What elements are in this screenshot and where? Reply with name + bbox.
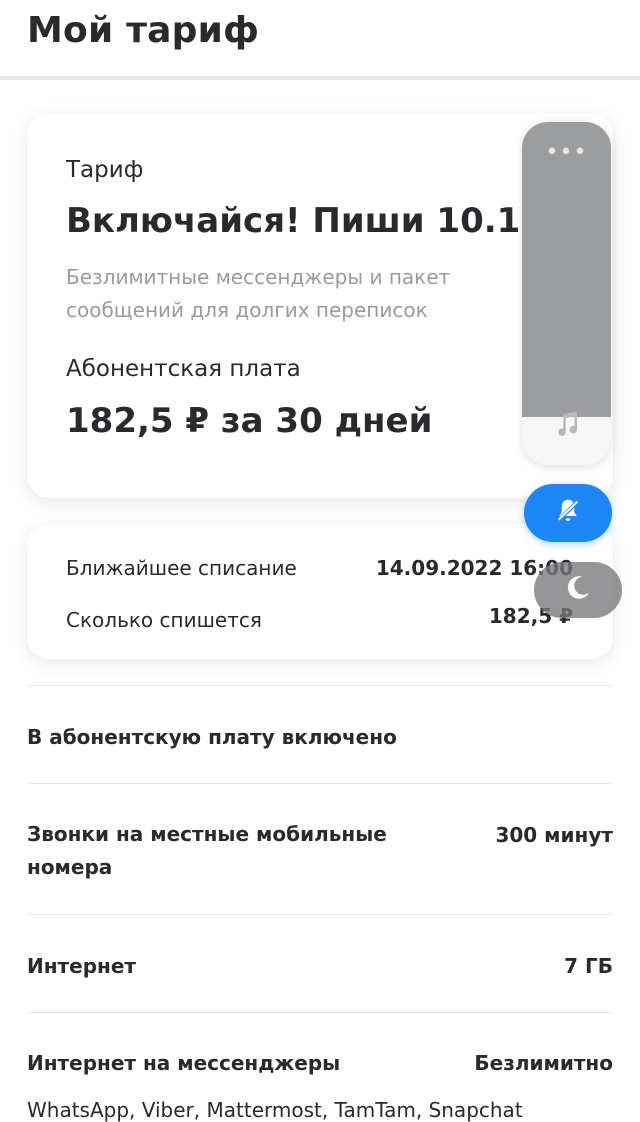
more-dots-icon[interactable]: ••• bbox=[522, 140, 611, 165]
fee-label: Абонентская плата bbox=[66, 356, 301, 382]
app-header: Мой тариф bbox=[0, 0, 640, 80]
included-item-value: 7 ГБ bbox=[564, 954, 613, 978]
fee-value: 182,5 ₽ за 30 дней bbox=[66, 401, 433, 441]
divider bbox=[27, 783, 613, 784]
divider bbox=[27, 1012, 613, 1013]
messengers-list: WhatsApp, Viber, Mattermost, TamTam, Sna… bbox=[27, 1098, 523, 1122]
included-item-value: Безлимитно bbox=[474, 1051, 613, 1075]
volume-level-fill bbox=[522, 122, 611, 417]
tariff-label: Тариф bbox=[66, 157, 144, 183]
mute-toggle-button[interactable] bbox=[524, 484, 612, 542]
included-heading: В абонентскую плату включено bbox=[27, 725, 397, 749]
moon-icon bbox=[563, 573, 593, 607]
divider bbox=[27, 914, 613, 915]
do-not-disturb-button[interactable] bbox=[534, 562, 622, 618]
bell-slash-icon bbox=[553, 496, 583, 530]
included-item-value: 300 минут bbox=[495, 823, 613, 847]
charge-card: Ближайшее списание 14.09.2022 16:00 Скол… bbox=[27, 524, 613, 659]
page-title: Мой тариф bbox=[27, 10, 259, 51]
included-item-label: Интернет bbox=[27, 954, 137, 978]
included-item-label: Интернет на мессенджеры bbox=[27, 1051, 341, 1075]
charge-amount-label: Сколько спишется bbox=[66, 608, 262, 632]
tariff-description: Безлимитные мессенджеры и пакет сообщени… bbox=[66, 265, 451, 322]
music-note-icon bbox=[522, 409, 611, 447]
tariff-name: Включайся! Пиши 10.19 bbox=[66, 201, 544, 241]
divider bbox=[27, 685, 613, 686]
next-charge-label: Ближайшее списание bbox=[66, 556, 297, 580]
volume-slider[interactable]: ••• bbox=[522, 122, 611, 465]
included-item-label: Звонки на местные мобильные номера bbox=[27, 822, 387, 879]
